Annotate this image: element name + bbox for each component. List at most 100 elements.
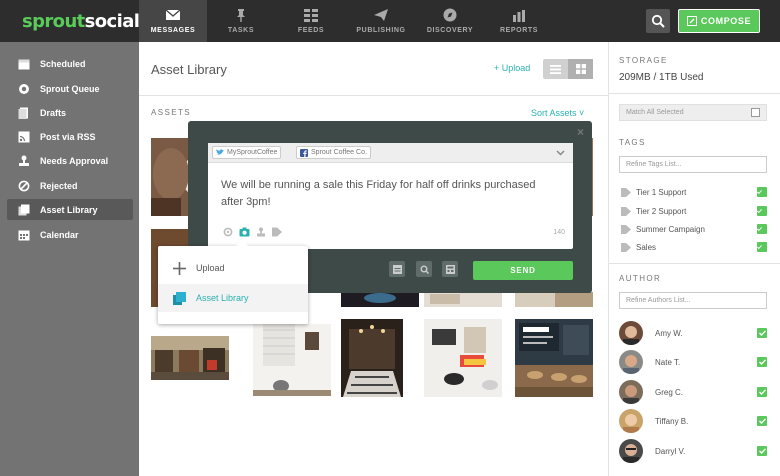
sidebar: Scheduled Sprout Queue Drafts Post via R… bbox=[0, 42, 139, 476]
sidebar-item-label: Drafts bbox=[40, 107, 67, 118]
avatar bbox=[619, 409, 643, 433]
asset-thumbnail[interactable] bbox=[515, 319, 593, 397]
send-button[interactable]: SEND bbox=[473, 261, 573, 280]
check-icon[interactable] bbox=[757, 206, 767, 216]
tag-filter-item[interactable]: Tier 2 Support bbox=[621, 204, 767, 218]
grid-view-button[interactable] bbox=[568, 59, 593, 79]
nav-publishing[interactable]: PUBLISHING bbox=[347, 0, 415, 42]
sidebar-item-needs-approval[interactable]: Needs Approval bbox=[7, 150, 133, 171]
tag-filter-item[interactable]: Summer Campaign bbox=[621, 222, 767, 236]
asset-thumbnail[interactable] bbox=[515, 292, 593, 307]
author-name: Nate T. bbox=[655, 357, 681, 367]
sort-assets-dropdown[interactable]: Sort Assets ˅ bbox=[531, 108, 584, 118]
sidebar-item-calendar[interactable]: Calendar bbox=[7, 224, 133, 245]
list-view-icon bbox=[550, 64, 561, 74]
calendar-icon bbox=[18, 230, 30, 240]
compose-icon-bar bbox=[223, 227, 282, 237]
link-icon[interactable] bbox=[223, 227, 233, 237]
avatar bbox=[619, 321, 643, 345]
compose-button[interactable]: COMPOSE bbox=[678, 9, 760, 33]
asset-thumbnail[interactable] bbox=[341, 319, 419, 397]
preview-button[interactable] bbox=[416, 261, 432, 277]
author-filter-item[interactable]: Nate T. bbox=[619, 349, 767, 375]
sidebar-item-rejected[interactable]: Rejected bbox=[7, 175, 133, 196]
list-view-button[interactable] bbox=[543, 59, 568, 79]
tag-filter-item[interactable]: Sales bbox=[621, 240, 767, 254]
author-filter-item[interactable]: Tiffany B. bbox=[619, 408, 767, 434]
chevron-down-icon[interactable] bbox=[556, 150, 565, 156]
profile-chip-label: MySproutCoffee bbox=[227, 149, 278, 156]
match-all-selected-toggle[interactable]: Match All Selected bbox=[619, 104, 767, 121]
sidebar-item-scheduled[interactable]: Scheduled bbox=[7, 53, 133, 74]
sidebar-item-asset-library[interactable]: Asset Library bbox=[7, 199, 133, 220]
asset-thumbnail[interactable] bbox=[424, 292, 502, 307]
sidebar-item-drafts[interactable]: Drafts bbox=[7, 102, 133, 123]
check-icon[interactable] bbox=[757, 416, 767, 426]
twitter-icon bbox=[216, 149, 224, 155]
queue-button[interactable] bbox=[442, 261, 458, 277]
nav-messages[interactable]: MESSAGES bbox=[139, 0, 207, 42]
nav-feeds[interactable]: FEEDS bbox=[277, 0, 345, 42]
calendar-31-icon bbox=[18, 59, 30, 69]
close-icon[interactable]: × bbox=[577, 125, 584, 139]
avatar bbox=[619, 380, 643, 404]
storage-value: 209MB / 1TB Used bbox=[619, 72, 704, 83]
profile-selector[interactable]: MySproutCoffee Sprout Coffee Co. bbox=[208, 143, 573, 163]
author-filter-item[interactable]: Amy W. bbox=[619, 320, 767, 346]
sidebar-item-post-via-rss[interactable]: Post via RSS bbox=[7, 126, 133, 147]
author-label: AUTHOR bbox=[619, 274, 662, 283]
schedule-button[interactable] bbox=[389, 261, 405, 277]
author-name: Tiffany B. bbox=[655, 416, 689, 426]
profile-chip-facebook[interactable]: Sprout Coffee Co. bbox=[296, 146, 371, 159]
avatar bbox=[619, 439, 643, 463]
approval-stamp-icon bbox=[19, 155, 29, 166]
author-name: Greg C. bbox=[655, 387, 684, 397]
main-header: Asset Library + Upload bbox=[139, 42, 608, 96]
tag-icon[interactable] bbox=[272, 227, 282, 237]
author-filter-item[interactable]: Darryl V. bbox=[619, 438, 767, 464]
dropdown-item-label: Upload bbox=[196, 263, 225, 273]
envelope-icon bbox=[165, 9, 181, 20]
nav-discovery[interactable]: DISCOVERY bbox=[416, 0, 484, 42]
compose-message-text[interactable]: We will be running a sale this Friday fo… bbox=[221, 177, 551, 211]
authors-filter-input[interactable]: Refine Authors List... bbox=[619, 292, 767, 309]
storage-label: STORAGE bbox=[619, 56, 668, 65]
nav-tasks[interactable]: TASKS bbox=[207, 0, 275, 42]
pin-icon bbox=[237, 9, 245, 22]
asset-thumbnail[interactable] bbox=[341, 292, 419, 307]
camera-icon[interactable] bbox=[239, 227, 250, 237]
queue-calendar-icon bbox=[445, 264, 455, 274]
asset-thumbnail[interactable] bbox=[151, 336, 229, 380]
grid-view-icon bbox=[575, 64, 586, 74]
nav-reports[interactable]: REPORTS bbox=[485, 0, 553, 42]
check-icon[interactable] bbox=[757, 357, 767, 367]
profile-chip-twitter[interactable]: MySproutCoffee bbox=[212, 146, 282, 159]
match-all-checkbox[interactable] bbox=[751, 108, 760, 117]
tag-label: Summer Campaign bbox=[636, 224, 705, 234]
nav-label: TASKS bbox=[227, 27, 255, 34]
logo-sprout-text: sprout bbox=[22, 11, 85, 32]
sidebar-item-sprout-queue[interactable]: Sprout Queue bbox=[7, 78, 133, 99]
top-bar: sproutsocial MESSAGES TASKS FEEDS PUBLIS… bbox=[0, 0, 780, 42]
tag-filter-item[interactable]: Tier 1 Support bbox=[621, 185, 767, 199]
feeds-icon bbox=[304, 9, 318, 22]
check-icon[interactable] bbox=[757, 187, 767, 197]
dropdown-item-upload[interactable]: Upload bbox=[158, 254, 308, 282]
upload-link[interactable]: + Upload bbox=[494, 63, 530, 73]
check-icon[interactable] bbox=[757, 446, 767, 456]
author-filter-item[interactable]: Greg C. bbox=[619, 379, 767, 405]
check-icon[interactable] bbox=[757, 328, 767, 338]
asset-library-icon bbox=[18, 204, 30, 215]
plus-icon bbox=[173, 261, 186, 275]
check-icon[interactable] bbox=[757, 387, 767, 397]
approval-stamp-icon[interactable] bbox=[256, 227, 266, 237]
search-button[interactable] bbox=[646, 9, 670, 33]
check-icon[interactable] bbox=[757, 242, 767, 252]
sproutsocial-logo[interactable]: sproutsocial bbox=[22, 11, 140, 32]
tags-filter-input[interactable]: Refine Tags List... bbox=[619, 156, 767, 173]
check-icon[interactable] bbox=[757, 224, 767, 234]
sidebar-item-label: Post via RSS bbox=[40, 131, 96, 142]
dropdown-item-asset-library[interactable]: Asset Library bbox=[158, 284, 308, 312]
asset-thumbnail[interactable] bbox=[253, 324, 331, 396]
asset-thumbnail[interactable] bbox=[424, 319, 502, 397]
